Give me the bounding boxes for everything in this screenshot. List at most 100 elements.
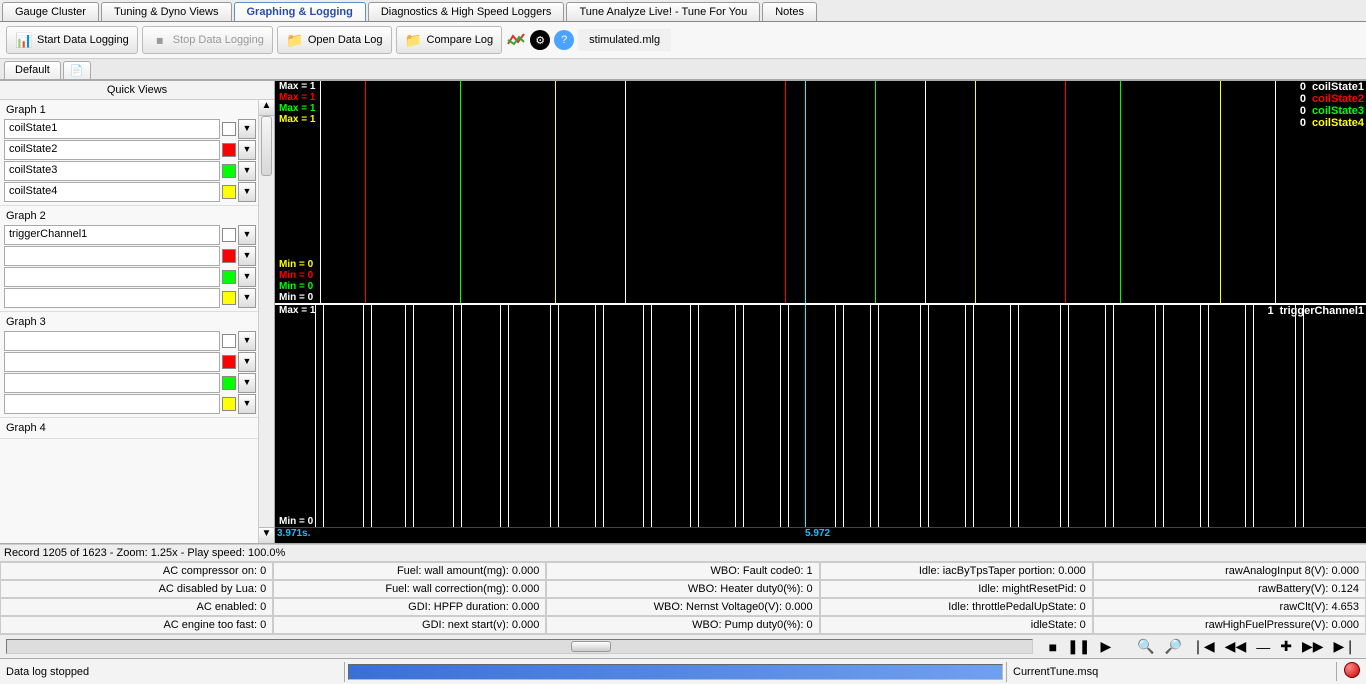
data-cell: idleState: 0 <box>820 616 1093 634</box>
scroll-up-icon[interactable]: ▲ <box>259 100 274 116</box>
channel-dropdown[interactable]: ▼ <box>238 352 256 372</box>
color-swatch[interactable] <box>222 228 236 242</box>
subtab-add[interactable]: 📄 <box>63 61 91 79</box>
zoom-out-button[interactable]: 🔍 <box>1133 637 1158 656</box>
zoom-in-button[interactable]: 🔎 <box>1161 637 1186 656</box>
folder-icon: 📁 <box>286 31 304 49</box>
rewind-button[interactable]: ◀◀ <box>1221 637 1251 656</box>
data-cell: WBO: Fault code0: 1 <box>546 562 819 580</box>
time-start: 3.971s. <box>277 528 310 539</box>
scroll-thumb[interactable] <box>261 116 272 176</box>
graph-1-channel-2[interactable]: coilState2 <box>4 140 220 160</box>
min-label: Min = 0 <box>279 281 313 292</box>
stop-logging-button[interactable]: ⏹ Stop Data Logging <box>142 26 273 54</box>
color-swatch[interactable] <box>222 397 236 411</box>
chart-icon[interactable] <box>506 30 526 50</box>
graph-4-title: Graph 4 <box>4 420 256 436</box>
data-cell: AC disabled by Lua: 0 <box>0 580 273 598</box>
channel-dropdown[interactable]: ▼ <box>238 246 256 266</box>
graph-2-legend: 1triggerChannel1 <box>1266 305 1366 317</box>
play-controls: ■ ❚❚ ▶ 🔍 🔎 ❘◀ ◀◀ — ✚ ▶▶ ▶❘ <box>0 634 1366 658</box>
channel-dropdown[interactable]: ▼ <box>238 288 256 308</box>
tab-diagnostics[interactable]: Diagnostics & High Speed Loggers <box>368 2 565 21</box>
max-label: Max = 1 <box>279 114 315 125</box>
graph-2-channel-4[interactable] <box>4 288 220 308</box>
max-label: Max = 1 <box>279 103 315 114</box>
graph-3-channel-2[interactable] <box>4 352 220 372</box>
graph-1-channel-1[interactable]: coilState1 <box>4 119 220 139</box>
skip-end-button[interactable]: ▶❘ <box>1330 637 1361 656</box>
cursor-line <box>805 81 806 303</box>
channel-dropdown[interactable]: ▼ <box>238 373 256 393</box>
subtab-default[interactable]: Default <box>4 61 61 79</box>
open-log-button[interactable]: 📁 Open Data Log <box>277 26 392 54</box>
skip-start-button[interactable]: ❘◀ <box>1188 637 1219 656</box>
min-label: Min = 0 <box>279 259 313 270</box>
data-cell: AC engine too fast: 0 <box>0 616 273 634</box>
tab-gauge-cluster[interactable]: Gauge Cluster <box>2 2 99 21</box>
help-icon[interactable]: ? <box>554 30 574 50</box>
channel-dropdown[interactable]: ▼ <box>238 161 256 181</box>
sub-tabs: Default 📄 <box>0 59 1366 80</box>
min-label: Min = 0 <box>279 270 313 281</box>
graph-1-channel-3[interactable]: coilState3 <box>4 161 220 181</box>
channel-dropdown[interactable]: ▼ <box>238 119 256 139</box>
channel-dropdown[interactable]: ▼ <box>238 331 256 351</box>
color-swatch[interactable] <box>222 185 236 199</box>
channel-dropdown[interactable]: ▼ <box>238 267 256 287</box>
data-cell: Fuel: wall amount(mg): 0.000 <box>273 562 546 580</box>
graph-3-channel-4[interactable] <box>4 394 220 414</box>
legend-entry: 0coilState1 <box>1298 81 1366 93</box>
graph-3-channel-1[interactable] <box>4 331 220 351</box>
scroll-down-icon[interactable]: ▼ <box>259 527 274 543</box>
forward-button[interactable]: ▶▶ <box>1298 637 1328 656</box>
color-swatch[interactable] <box>222 355 236 369</box>
graph-2-title: Graph 2 <box>4 208 256 224</box>
channel-dropdown[interactable]: ▼ <box>238 225 256 245</box>
tab-tune-analyze[interactable]: Tune Analyze Live! - Tune For You <box>566 2 760 21</box>
tab-graphing-logging[interactable]: Graphing & Logging <box>234 2 366 21</box>
graph-2-channel-1[interactable]: triggerChannel1 <box>4 225 220 245</box>
pause-button[interactable]: ❚❚ <box>1063 637 1094 656</box>
channel-dropdown[interactable]: ▼ <box>238 394 256 414</box>
status-filename: CurrentTune.msq <box>1006 662 1336 682</box>
play-thumb[interactable] <box>571 641 611 652</box>
channel-dropdown[interactable]: ▼ <box>238 140 256 160</box>
graph-3-channel-3[interactable] <box>4 373 220 393</box>
start-logging-button[interactable]: 📊 Start Data Logging <box>6 26 138 54</box>
max-label: Max = 1 <box>279 81 315 92</box>
tab-notes[interactable]: Notes <box>762 2 817 21</box>
color-swatch[interactable] <box>222 249 236 263</box>
graph-2-plot[interactable]: 1triggerChannel1 Max = 1Min = 0 <box>275 305 1366 528</box>
data-table: AC compressor on: 0AC disabled by Lua: 0… <box>0 562 1366 634</box>
graph-2-channel-2[interactable] <box>4 246 220 266</box>
data-cell: WBO: Pump duty0(%): 0 <box>546 616 819 634</box>
time-cursor: 5.972 <box>805 528 830 539</box>
graph-2-channel-3[interactable] <box>4 267 220 287</box>
sidebar-scrollbar[interactable]: ▲ ▼ <box>258 100 274 543</box>
gear-icon[interactable]: ⚙ <box>530 30 550 50</box>
graph-1-channel-4[interactable]: coilState4 <box>4 182 220 202</box>
legend-entry: 0coilState2 <box>1298 93 1366 105</box>
channel-dropdown[interactable]: ▼ <box>238 182 256 202</box>
filename-label: stimulated.mlg <box>578 29 671 51</box>
color-swatch[interactable] <box>222 334 236 348</box>
color-swatch[interactable] <box>222 122 236 136</box>
tab-tuning-dyno[interactable]: Tuning & Dyno Views <box>101 2 232 21</box>
graph-3-title: Graph 3 <box>4 314 256 330</box>
status-indicator-icon <box>1336 662 1366 681</box>
graph-1-plot[interactable]: 0coilState10coilState20coilState30coilSt… <box>275 81 1366 305</box>
timeline[interactable]: 3.971s. 5.972 <box>275 528 1366 543</box>
play-scrollbar[interactable] <box>6 639 1033 654</box>
data-cell: WBO: Heater duty0(%): 0 <box>546 580 819 598</box>
plus-button[interactable]: ✚ <box>1276 637 1296 656</box>
color-swatch[interactable] <box>222 291 236 305</box>
compare-log-button[interactable]: 📁 Compare Log <box>396 26 503 54</box>
color-swatch[interactable] <box>222 164 236 178</box>
color-swatch[interactable] <box>222 270 236 284</box>
stop-button[interactable]: ■ <box>1045 638 1061 656</box>
color-swatch[interactable] <box>222 376 236 390</box>
play-button[interactable]: ▶ <box>1097 637 1116 656</box>
minus-button[interactable]: — <box>1252 638 1274 656</box>
color-swatch[interactable] <box>222 143 236 157</box>
